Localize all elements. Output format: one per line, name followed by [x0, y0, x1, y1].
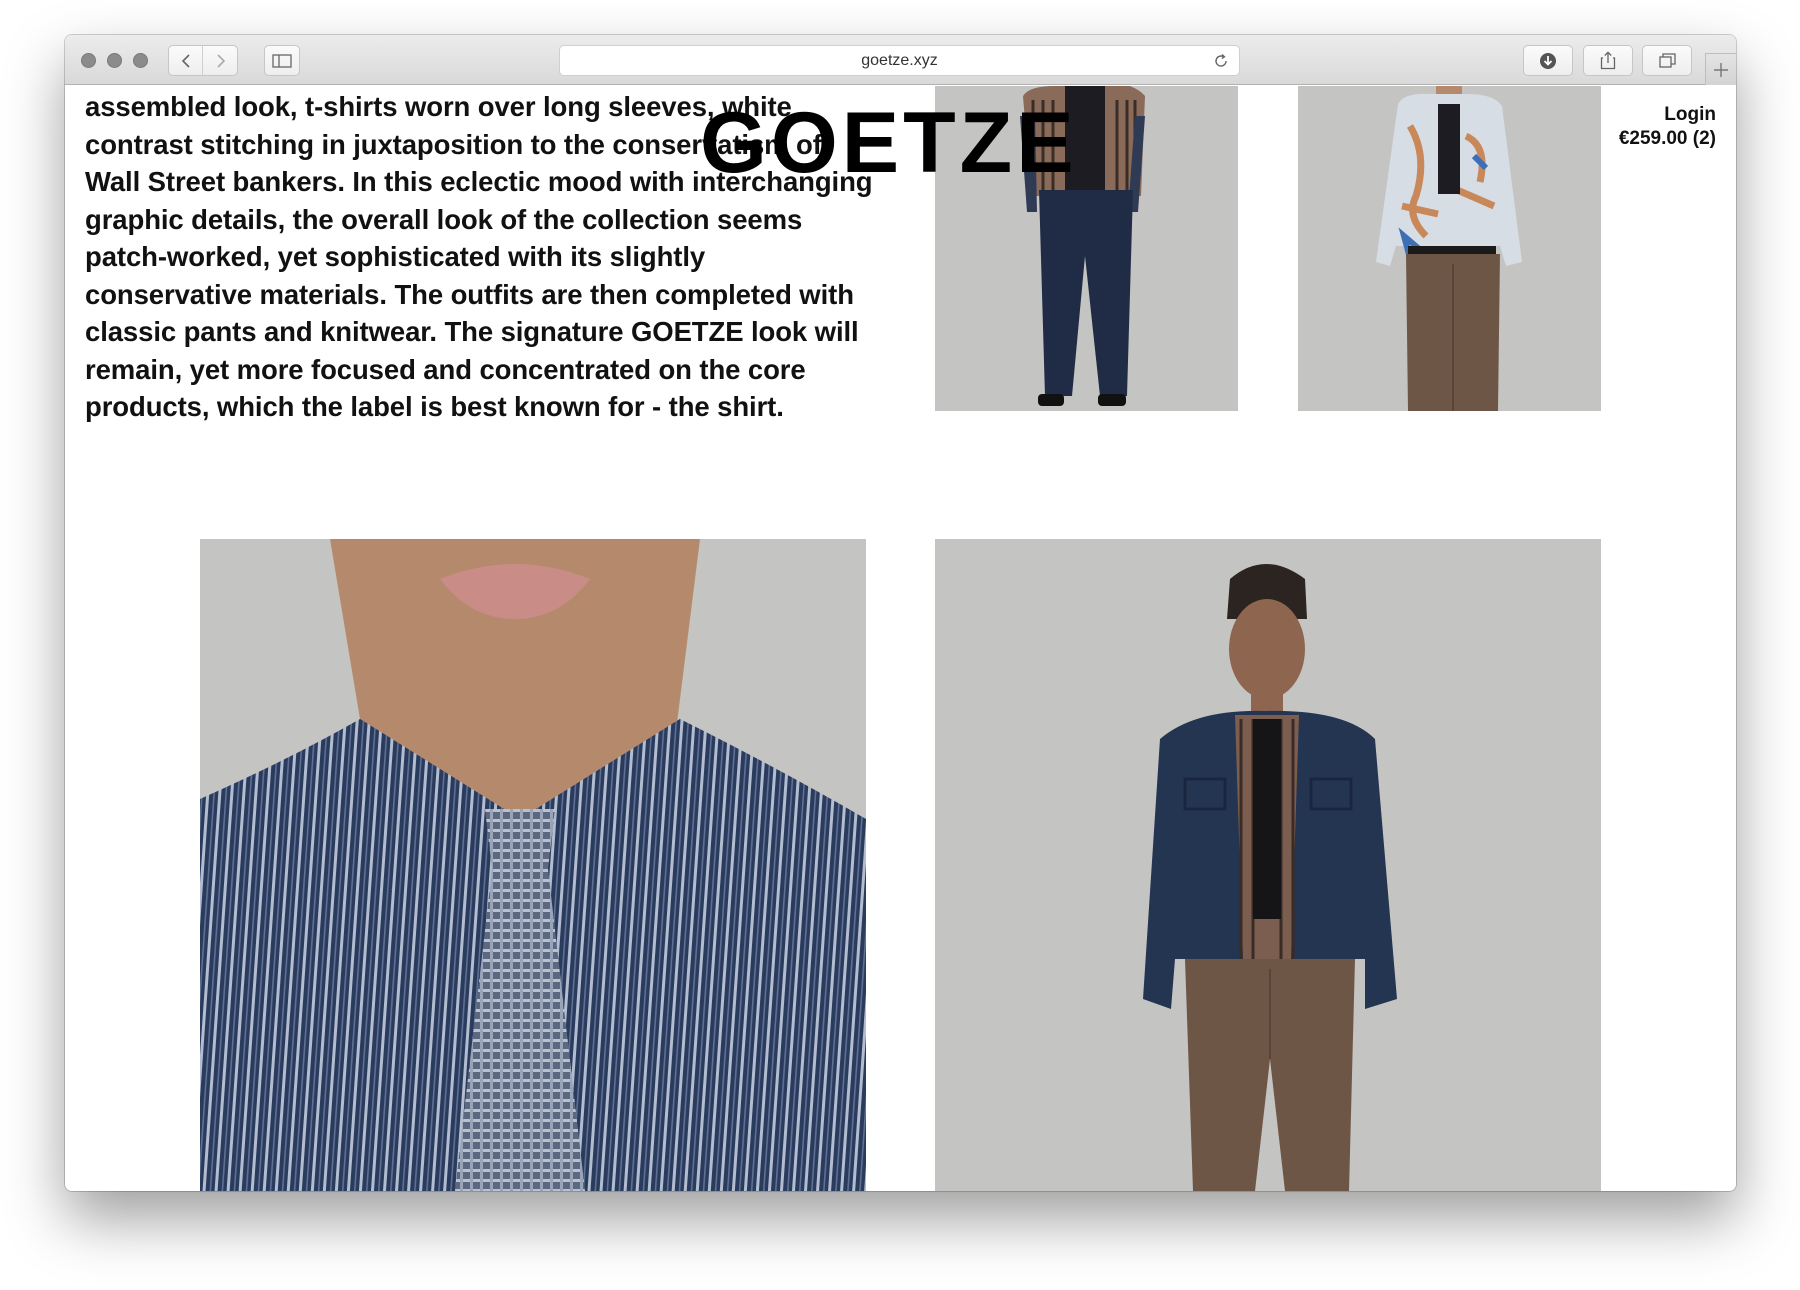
navigation-buttons — [168, 45, 238, 76]
download-icon — [1540, 52, 1556, 69]
login-link[interactable]: Login — [1619, 103, 1716, 127]
sidebar-button[interactable] — [264, 45, 300, 76]
page-content: assembled look, t-shirts worn over long … — [65, 86, 1736, 1191]
share-icon — [1600, 51, 1616, 70]
new-tab-plus-icon — [1714, 62, 1728, 77]
site-logo[interactable]: GOETZE — [700, 100, 1078, 186]
minimize-window-button[interactable] — [107, 53, 122, 68]
sidebar-icon — [272, 53, 292, 68]
lookbook-photo-shirt-and-tie-closeup[interactable] — [200, 539, 866, 1191]
share-button[interactable] — [1583, 45, 1633, 76]
browser-window: goetze.xyz assembled look, t-shirts worn… — [65, 35, 1736, 1191]
lookbook-photo-printed-shirt[interactable] — [1298, 86, 1601, 411]
forward-arrow-icon — [217, 53, 226, 68]
maximize-window-button[interactable] — [133, 53, 148, 68]
cart-summary-link[interactable]: €259.00 (2) — [1619, 127, 1716, 151]
url-text: goetze.xyz — [861, 51, 938, 69]
close-window-button[interactable] — [81, 53, 96, 68]
lookbook-photo-navy-jacket-outfit[interactable] — [935, 539, 1601, 1191]
back-arrow-icon — [181, 53, 190, 68]
back-button[interactable] — [169, 46, 203, 75]
address-bar[interactable]: goetze.xyz — [559, 45, 1240, 76]
reload-button[interactable] — [1211, 51, 1231, 71]
downloads-button[interactable] — [1523, 45, 1573, 76]
tabs-icon — [1658, 53, 1676, 68]
account-menu: Login €259.00 (2) — [1619, 103, 1716, 151]
forward-button[interactable] — [204, 46, 238, 75]
show-tabs-button[interactable] — [1642, 45, 1692, 76]
reload-icon — [1215, 53, 1227, 67]
browser-toolbar: goetze.xyz — [65, 35, 1736, 85]
new-tab-button[interactable] — [1705, 53, 1736, 85]
